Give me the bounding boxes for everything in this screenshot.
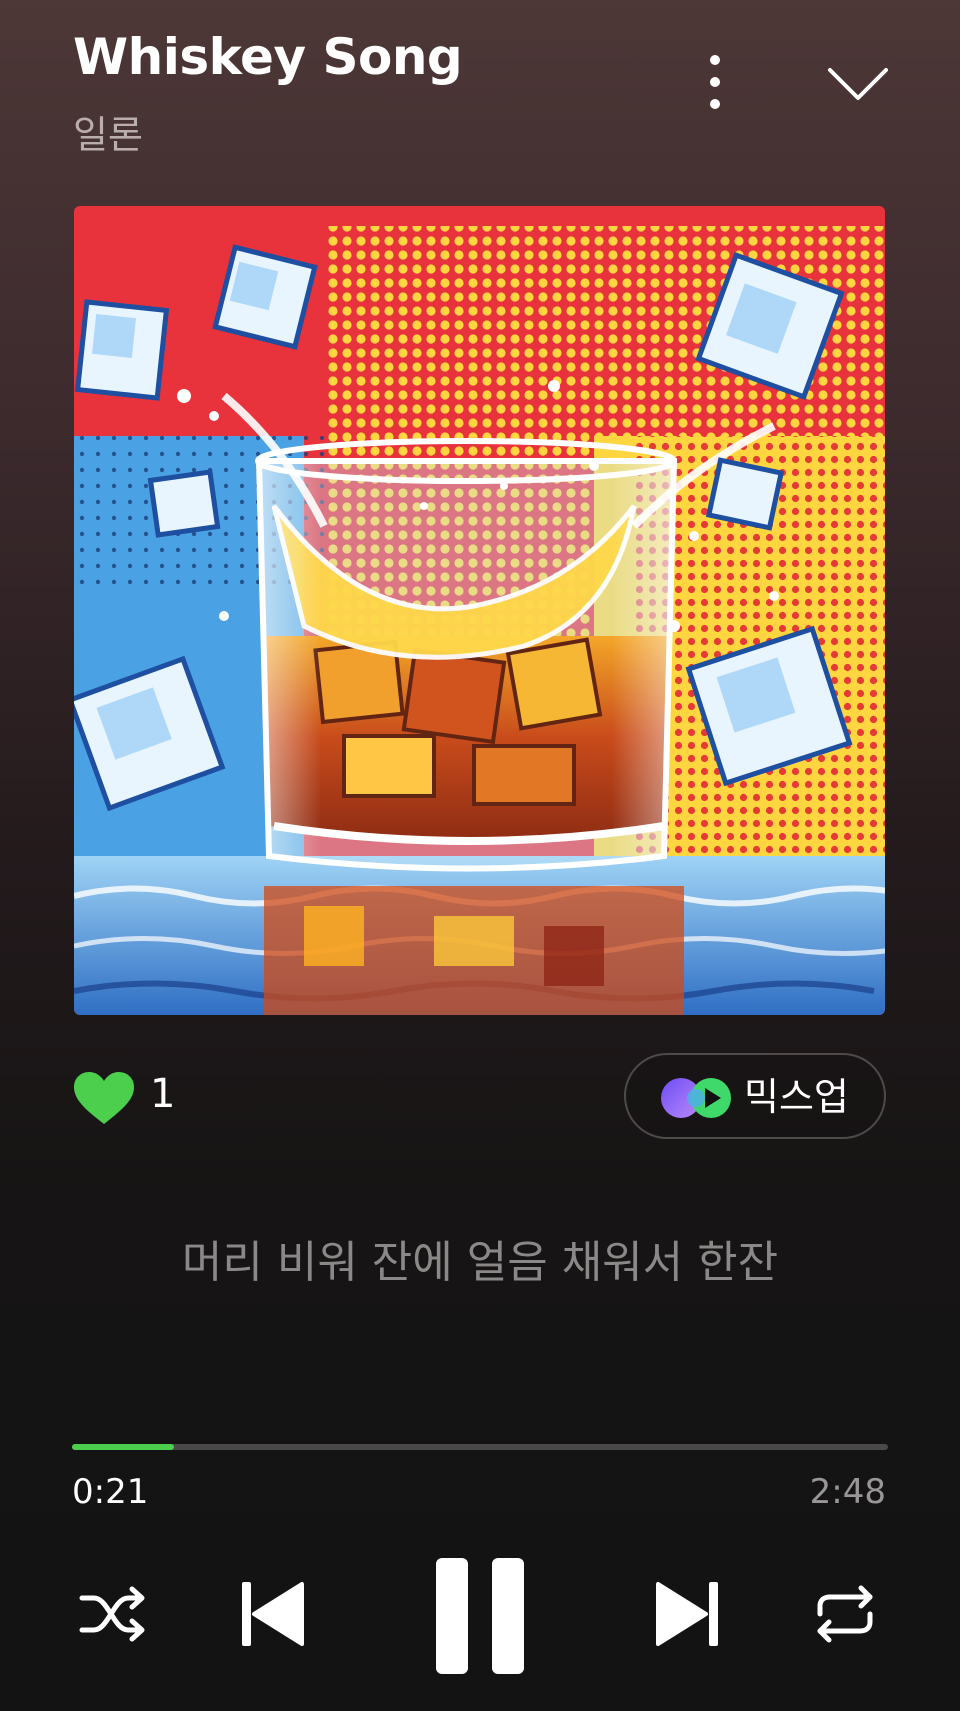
pause-button[interactable] (434, 1556, 526, 1676)
pause-icon (436, 1558, 524, 1674)
skip-next-icon (656, 1582, 718, 1646)
total-time: 2:48 (809, 1472, 886, 1512)
album-art (74, 206, 885, 1015)
next-track-button[interactable] (656, 1580, 720, 1648)
progress-bar[interactable] (72, 1444, 888, 1450)
current-lyric[interactable]: 머리 비워 잔에 얼음 채워서 한잔 (0, 1226, 960, 1290)
like-count: 1 (150, 1071, 176, 1117)
chevron-down-icon (828, 68, 888, 100)
skip-previous-icon (242, 1582, 304, 1646)
heart-icon (74, 1072, 134, 1124)
mixup-button[interactable]: 믹스업 (624, 1053, 886, 1139)
shuffle-button[interactable] (78, 1584, 148, 1644)
more-options-button[interactable] (700, 52, 730, 112)
song-title: Whiskey Song (73, 28, 463, 86)
elapsed-time: 0:21 (72, 1472, 149, 1512)
collapse-player-button[interactable] (826, 62, 890, 106)
mixup-label: 믹스업 (744, 1075, 849, 1119)
repeat-icon (817, 1585, 873, 1643)
repeat-button[interactable] (812, 1584, 878, 1644)
like-button[interactable] (72, 1070, 136, 1126)
shuffle-icon (79, 1586, 145, 1642)
more-vertical-icon (710, 55, 720, 109)
artist-name[interactable]: 일론 (73, 104, 143, 159)
previous-track-button[interactable] (240, 1580, 304, 1648)
mixup-icon (661, 1078, 731, 1118)
progress-fill (72, 1444, 174, 1450)
